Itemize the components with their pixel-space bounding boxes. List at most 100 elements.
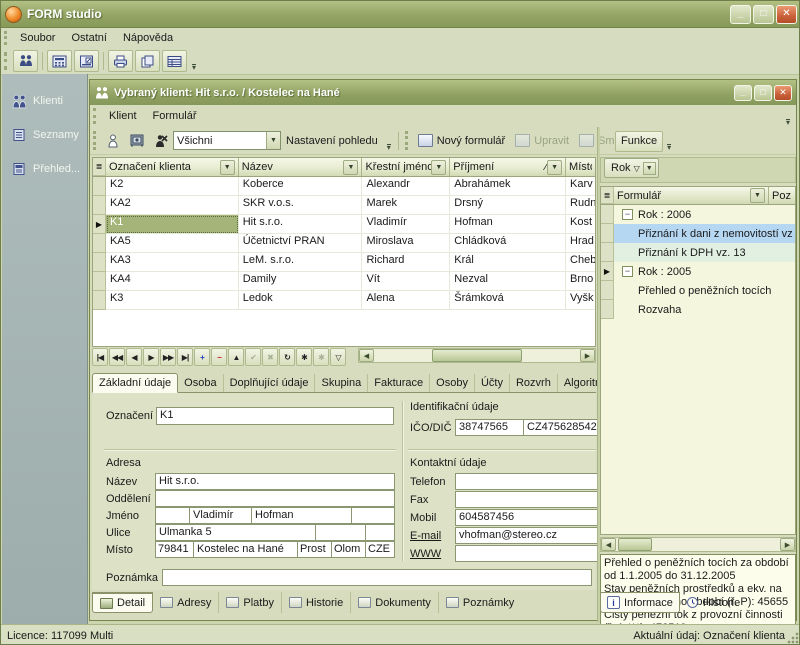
copy-button[interactable] xyxy=(135,50,160,72)
column-header-prijmeni[interactable]: Příjmení∕▼ xyxy=(450,158,566,176)
scroll-left-icon[interactable]: ◀ xyxy=(601,538,616,551)
menu-napoveda[interactable]: Nápověda xyxy=(115,30,181,46)
kraj-field[interactable]: Olom xyxy=(331,541,365,558)
tab-ucty[interactable]: Účty xyxy=(475,374,510,392)
table-row[interactable]: K3 Ledok Alena Šrámková Vyšk xyxy=(93,291,595,310)
cislo-field[interactable] xyxy=(315,524,365,541)
tab-dokumenty[interactable]: Dokumenty xyxy=(351,592,439,613)
tab-doplnujici-udaje[interactable]: Doplňující údaje xyxy=(224,374,316,392)
dic-field[interactable]: CZ475628542 xyxy=(523,419,598,436)
calculator-button[interactable] xyxy=(47,50,72,72)
tab-osoby[interactable]: Osoby xyxy=(430,374,475,392)
www-label[interactable]: WWW xyxy=(410,548,455,560)
scroll-right-icon[interactable]: ▶ xyxy=(580,349,595,362)
psc-field[interactable]: 79841 xyxy=(155,541,193,558)
nav-bookmark-button[interactable]: ✱ xyxy=(296,348,312,366)
toolbar-overflow-button[interactable]: ▾ xyxy=(383,130,395,152)
nav-prev-button[interactable]: ◀ xyxy=(126,348,142,366)
collapse-icon[interactable]: − xyxy=(622,266,633,277)
table-row[interactable]: KA5 Účetnictví PRAN Miroslava Chládková … xyxy=(93,234,595,253)
client-close-button[interactable]: ✕ xyxy=(774,85,792,101)
column-header-formular[interactable]: Formulář ▼ xyxy=(614,187,769,204)
clients-button[interactable] xyxy=(13,50,38,72)
view-filter-combobox[interactable]: Všichni ▼ xyxy=(173,131,281,150)
sidebar-item-klienti[interactable]: Klienti xyxy=(2,88,87,114)
scroll-right-icon[interactable]: ▶ xyxy=(780,538,795,551)
tab-osoba[interactable]: Osoba xyxy=(178,374,223,392)
menu-grip[interactable] xyxy=(93,108,98,123)
close-button[interactable]: ✕ xyxy=(776,5,797,24)
nazev-field[interactable]: Hit s.r.o. xyxy=(155,473,395,490)
toolbar-overflow-button[interactable]: ▾ xyxy=(663,130,675,152)
ulice-field[interactable]: Ulmanka 5 xyxy=(155,524,315,541)
nav-delete-button[interactable]: − xyxy=(211,348,227,366)
chevron-down-icon[interactable]: ▼ xyxy=(266,132,280,149)
nav-last-button[interactable]: ▶| xyxy=(177,348,193,366)
grid-menu-icon[interactable]: ≣ xyxy=(93,158,106,176)
menu-klient[interactable]: Klient xyxy=(101,108,145,124)
www-field[interactable] xyxy=(455,545,598,562)
tree-item[interactable]: Přehled o peněžních tocích xyxy=(601,281,795,300)
view-settings-button[interactable]: Nastavení pohledu xyxy=(281,130,383,151)
nav-next-button[interactable]: ▶ xyxy=(143,348,159,366)
titul-field[interactable] xyxy=(155,507,189,524)
forms-horizontal-scrollbar[interactable]: ◀ ▶ xyxy=(600,537,796,552)
nav-edit-button[interactable]: ▲ xyxy=(228,348,244,366)
toolbar-overflow-button[interactable]: ▾ xyxy=(188,50,200,72)
tree-item[interactable]: Přiznání k DPH vz. 13 xyxy=(601,243,795,262)
nav-refresh-button[interactable]: ↻ xyxy=(279,348,295,366)
column-header-krestni[interactable]: Křestní jméno▼ xyxy=(362,158,450,176)
nav-cancel-button[interactable]: ✖ xyxy=(262,348,278,366)
menu-soubor[interactable]: Soubor xyxy=(12,30,63,46)
telefon-field[interactable] xyxy=(455,473,598,490)
scrollbar-thumb[interactable] xyxy=(618,538,652,551)
table-row[interactable]: K2 Koberce Alexandr Abrahámek Karv xyxy=(93,177,595,196)
chevron-down-icon[interactable]: ▼ xyxy=(643,162,656,175)
forms-button[interactable] xyxy=(74,50,99,72)
menu-grip[interactable] xyxy=(4,31,9,45)
sidebar-item-prehledy[interactable]: Přehled... xyxy=(2,156,87,182)
email-field[interactable]: vhofman@stereo.cz xyxy=(455,527,598,544)
list-button[interactable] xyxy=(162,50,187,72)
tab-skupina[interactable]: Skupina xyxy=(315,374,368,392)
grid-horizontal-scrollbar[interactable]: ◀ ▶ xyxy=(358,348,596,363)
client-minimize-button[interactable]: _ xyxy=(734,85,752,101)
cislo2-field[interactable] xyxy=(365,524,395,541)
resize-grip[interactable] xyxy=(787,632,799,644)
column-header-nazev[interactable]: Název▼ xyxy=(239,158,363,176)
table-row[interactable]: KA2 SKR v.o.s. Marek Drsný Rudn xyxy=(93,196,595,215)
prijmeni-field[interactable]: Hofman xyxy=(251,507,351,524)
toolbar-grip[interactable] xyxy=(93,131,98,150)
poznamka-field[interactable] xyxy=(162,569,592,586)
column-header-poz[interactable]: Poz xyxy=(769,187,795,204)
tab-adresy[interactable]: Adresy xyxy=(153,592,219,613)
nav-fast-prev-button[interactable]: ◀◀ xyxy=(109,348,125,366)
print-button[interactable] xyxy=(108,50,133,72)
table-row[interactable]: KA4 Damily Vít Nezval Brno xyxy=(93,272,595,291)
nav-fast-next-button[interactable]: ▶▶ xyxy=(160,348,176,366)
oddeleni-field[interactable] xyxy=(155,490,395,507)
tree-group-row[interactable]: −Rok : 2006 xyxy=(601,205,795,224)
ico-field[interactable]: 38747565 xyxy=(455,419,523,436)
column-filter-icon[interactable]: ▼ xyxy=(547,160,562,175)
client-menu-overflow-button[interactable]: ▾ xyxy=(782,105,794,127)
toolbar-grip[interactable] xyxy=(405,131,410,150)
nav-goto-bookmark-button[interactable]: ✱ xyxy=(313,348,329,366)
oznaceni-field[interactable]: K1 xyxy=(156,407,394,425)
functions-button[interactable]: Funkce xyxy=(615,131,663,152)
tree-item[interactable]: Rozvaha xyxy=(601,300,795,319)
toolbar-grip[interactable] xyxy=(4,52,9,70)
maximize-button[interactable]: □ xyxy=(753,5,774,24)
tab-zakladni-udaje[interactable]: Základní údaje xyxy=(92,373,178,393)
new-form-button[interactable]: Nový formulář xyxy=(413,130,510,151)
tab-rozvrh[interactable]: Rozvrh xyxy=(510,374,558,392)
client-person-button[interactable] xyxy=(102,130,124,151)
titul2-field[interactable] xyxy=(351,507,395,524)
nav-insert-button[interactable]: + xyxy=(194,348,210,366)
table-row-selected[interactable]: ▶ K1 Hit s.r.o. Vladimír Hofman Kost xyxy=(93,215,595,234)
email-label[interactable]: E-mail xyxy=(410,530,455,542)
edit-form-button[interactable]: Upravit xyxy=(510,130,574,151)
group-by-rok-button[interactable]: Rok ▽ ▼ xyxy=(604,158,659,178)
okres-field[interactable]: Prost xyxy=(297,541,331,558)
fax-field[interactable] xyxy=(455,491,598,508)
